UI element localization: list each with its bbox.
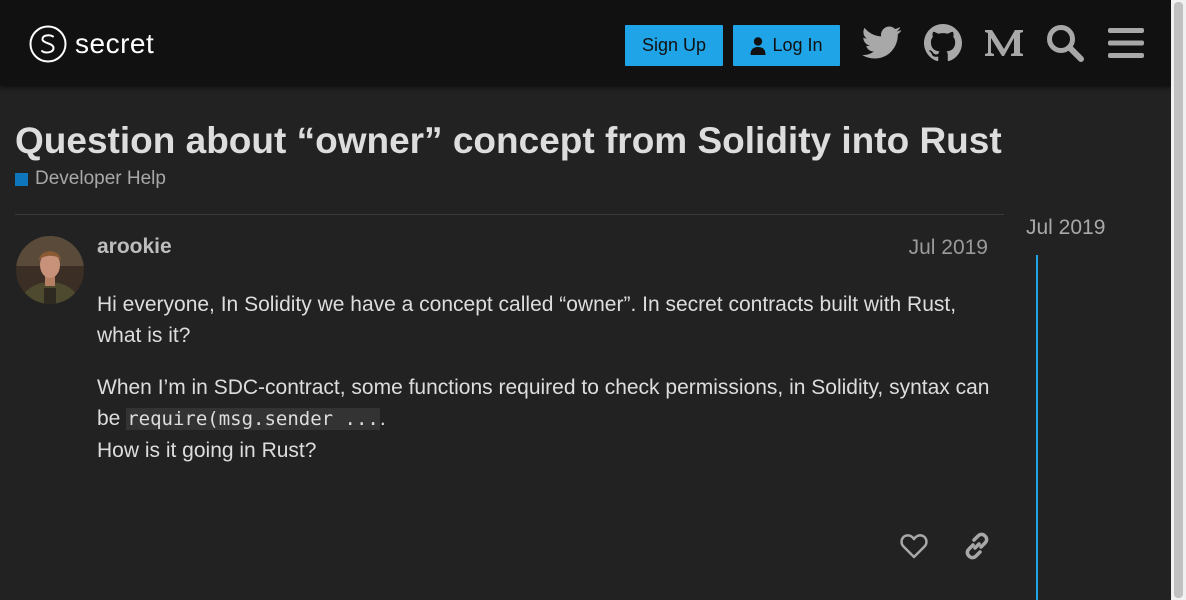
timeline-date[interactable]: Jul 2019 (1026, 216, 1105, 240)
github-icon (924, 24, 962, 62)
search-icon (1047, 25, 1084, 62)
like-button[interactable] (896, 528, 932, 564)
search-button[interactable] (1044, 22, 1086, 64)
category-badge[interactable]: Developer Help (15, 168, 166, 190)
user-icon (750, 36, 766, 55)
twitter-link[interactable] (861, 22, 903, 64)
hamburger-menu-icon (1108, 28, 1144, 58)
site-header: secret Sign Up Log In (0, 0, 1171, 86)
timeline-scrubber[interactable] (1036, 255, 1038, 600)
inline-code: require(msg.sender ... (126, 408, 380, 430)
heart-icon (900, 534, 928, 559)
menu-button[interactable] (1105, 22, 1147, 64)
avatar-image (16, 236, 84, 304)
link-icon (965, 532, 989, 560)
post-paragraph: When I’m in SDC-contract, some functions… (97, 372, 997, 466)
topic-divider (15, 214, 1004, 215)
page-scrollbar[interactable] (1171, 0, 1186, 600)
topic-title[interactable]: Question about “owner” concept from Soli… (15, 120, 1002, 162)
github-link[interactable] (922, 22, 964, 64)
log-in-label: Log In (772, 35, 823, 55)
category-label: Developer Help (35, 168, 166, 189)
post-body: Hi everyone, In Solidity we have a conce… (97, 289, 997, 487)
sign-up-label: Sign Up (641, 35, 707, 55)
post-paragraph: Hi everyone, In Solidity we have a conce… (97, 293, 957, 347)
category-color-square (15, 172, 28, 186)
post-username[interactable]: arookie (97, 235, 172, 259)
medium-link[interactable] (983, 22, 1025, 64)
secret-logo-icon (29, 25, 67, 63)
post-text: How is it going in Rust? (97, 439, 317, 462)
avatar[interactable] (16, 236, 84, 304)
scrollbar-thumb[interactable] (1174, 2, 1183, 598)
sign-up-button[interactable]: Sign Up (625, 25, 723, 66)
log-in-button[interactable]: Log In (733, 25, 840, 66)
logo-text: secret (75, 28, 155, 59)
medium-icon (985, 30, 1023, 56)
site-logo[interactable]: secret (29, 24, 154, 64)
post-date[interactable]: Jul 2019 (909, 236, 988, 260)
twitter-icon (862, 26, 902, 59)
post-text: . (379, 407, 386, 430)
share-link-button[interactable] (959, 528, 995, 564)
